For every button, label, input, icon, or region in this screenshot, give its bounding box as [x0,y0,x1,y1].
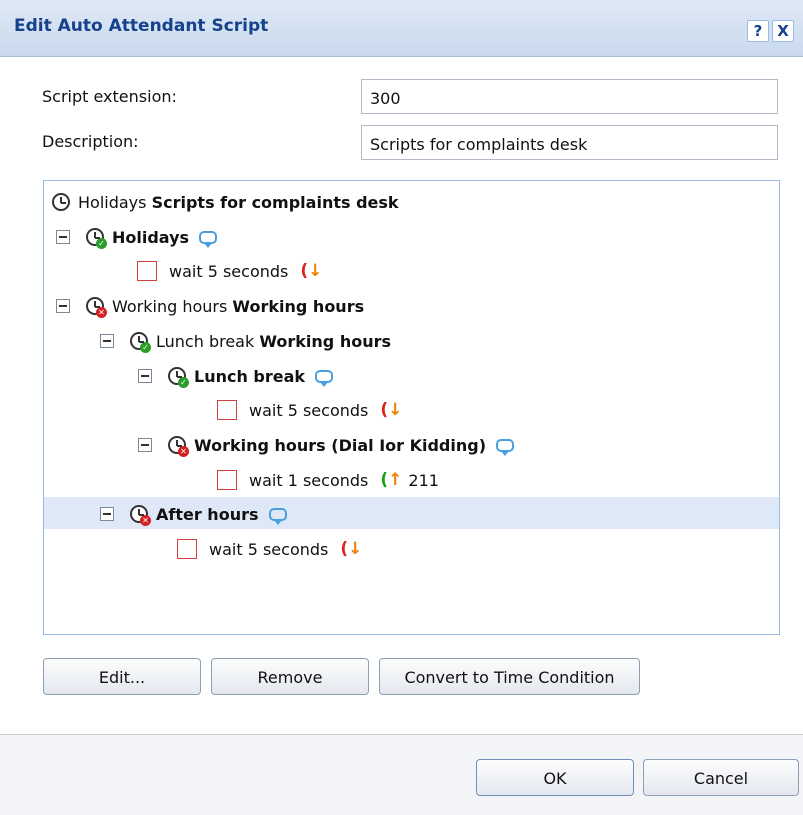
clock-inactive-icon: ✕ [168,436,189,457]
collapse-icon[interactable] [56,299,70,313]
forward-call-icon: (↑ [380,470,403,490]
holidays-action: wait 5 seconds [169,261,289,281]
dial-action: wait 1 seconds [249,470,369,490]
clock-inactive-icon: ✕ [86,297,107,318]
action-checkbox[interactable] [137,261,157,281]
edit-auto-attendant-dialog: Edit Auto Attendant Script ? X Script ex… [0,0,803,815]
clock-active-icon: ✓ [130,332,151,353]
lunch-title: Lunch break [194,366,306,386]
tree-row-after[interactable]: ✕ After hours [44,497,779,529]
dialog-footer: OK Cancel [0,734,803,815]
hangup-icon: (↓ [340,539,363,559]
extension-input[interactable]: 300 [361,79,778,114]
convert-to-time-condition-button[interactable]: Convert to Time Condition [379,658,640,695]
comment-icon[interactable] [496,438,515,456]
close-button[interactable]: X [772,20,794,42]
working-title: Working hours [232,296,365,316]
lunch-group-title: Working hours [259,331,392,351]
comment-icon[interactable] [268,507,287,525]
comment-icon[interactable] [315,369,334,387]
script-tree[interactable]: Holidays Scripts for complaints desk ✓ H… [43,180,780,635]
collapse-icon[interactable] [56,230,70,244]
tree-row-dial[interactable]: ✕ Working hours (Dial Ior Kidding) [44,428,779,460]
after-action: wait 5 seconds [209,539,329,559]
extension-label: Script extension: [42,87,177,106]
clock-inactive-icon: ✕ [130,505,151,526]
tree-row-holidays[interactable]: ✓ Holidays [44,220,779,252]
cancel-button[interactable]: Cancel [643,759,799,796]
collapse-icon[interactable] [100,334,114,348]
remove-button[interactable]: Remove [211,658,369,695]
root-title: Scripts for complaints desk [151,192,399,212]
tree-row-lunch[interactable]: ✓ Lunch break [44,359,779,391]
root-prefix: Holidays [78,192,147,212]
tree-row-lunch-action[interactable]: wait 5 seconds (↓ [44,393,779,425]
tree-row-after-action[interactable]: wait 5 seconds (↓ [44,532,779,564]
comment-icon[interactable] [199,230,218,248]
working-prefix: Working hours [112,296,228,316]
dialog-titlebar[interactable]: Edit Auto Attendant Script ? X [0,0,803,57]
tree-row-root[interactable]: Holidays Scripts for complaints desk [44,185,779,217]
collapse-icon[interactable] [100,507,114,521]
clock-icon [52,193,70,211]
holidays-title: Holidays [112,227,190,247]
collapse-icon[interactable] [138,369,152,383]
action-checkbox[interactable] [217,470,237,490]
ok-button[interactable]: OK [476,759,634,796]
tree-row-holidays-action[interactable]: wait 5 seconds (↓ [44,254,779,286]
collapse-icon[interactable] [138,438,152,452]
tree-row-working[interactable]: ✕ Working hours Working hours [44,289,779,321]
tree-row-lunch-group[interactable]: ✓ Lunch break Working hours [44,324,779,356]
lunch-group-prefix: Lunch break [156,331,255,351]
dial-title: Working hours (Dial Ior Kidding) [194,435,487,455]
after-title: After hours [156,504,259,524]
dialog-title: Edit Auto Attendant Script [14,16,269,36]
help-button[interactable]: ? [747,20,769,42]
hangup-icon: (↓ [380,400,403,420]
tree-row-dial-action[interactable]: wait 1 seconds (↑ 211 [44,463,779,495]
action-checkbox[interactable] [217,400,237,420]
edit-button[interactable]: Edit... [43,658,201,695]
description-input[interactable]: Scripts for complaints desk [361,125,778,160]
hangup-icon: (↓ [300,261,323,281]
action-checkbox[interactable] [177,539,197,559]
lunch-action: wait 5 seconds [249,400,369,420]
clock-active-icon: ✓ [168,367,189,388]
dial-number: 211 [408,470,439,490]
description-label: Description: [42,132,139,151]
clock-active-icon: ✓ [86,228,107,249]
